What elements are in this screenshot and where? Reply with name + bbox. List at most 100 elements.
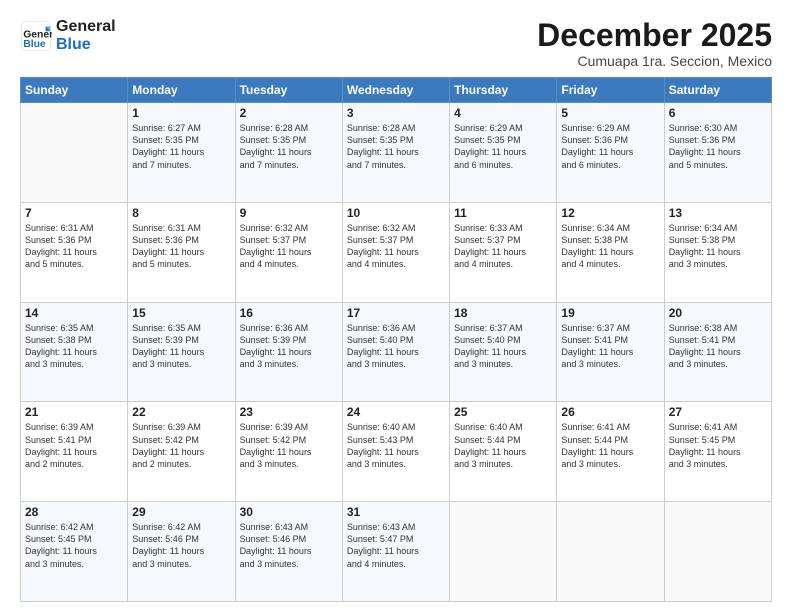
cell-info: Sunrise: 6:43 AM Sunset: 5:46 PM Dayligh… [240,521,338,570]
page: General Blue General Blue December 2025 … [0,0,792,612]
cell-info: Sunrise: 6:42 AM Sunset: 5:45 PM Dayligh… [25,521,123,570]
cell-info: Sunrise: 6:39 AM Sunset: 5:42 PM Dayligh… [132,421,230,470]
calendar-cell: 26 Sunrise: 6:41 AM Sunset: 5:44 PM Dayli… [557,402,664,502]
day-number: 12 [561,206,659,220]
calendar-cell: 1 Sunrise: 6:27 AM Sunset: 5:35 PM Daylig… [128,103,235,203]
calendar-cell: 6 Sunrise: 6:30 AM Sunset: 5:36 PM Daylig… [664,103,771,203]
calendar-cell: 20Sunrise: 6:38 AM Sunset: 5:41 PM Dayli… [664,302,771,402]
calendar-cell: 28 Sunrise: 6:42 AM Sunset: 5:45 PM Dayli… [21,502,128,602]
calendar-cell: 21Sunrise: 6:39 AM Sunset: 5:41 PM Dayli… [21,402,128,502]
cell-info: Sunrise: 6:32 AM Sunset: 5:37 PM Dayligh… [240,222,338,271]
cell-info: Sunrise: 6:43 AM Sunset: 5:47 PM Dayligh… [347,521,445,570]
calendar-cell: 15 Sunrise: 6:35 AM Sunset: 5:39 PM Dayli… [128,302,235,402]
header: General Blue General Blue December 2025 … [20,18,772,69]
day-number: 10 [347,206,445,220]
calendar-cell: 9 Sunrise: 6:32 AM Sunset: 5:37 PM Daylig… [235,202,342,302]
logo-icon: General Blue [20,20,52,52]
weekday-header-tuesday: Tuesday [235,78,342,103]
day-number: 11 [454,206,552,220]
day-number: 14 [25,306,123,320]
cell-info: Sunrise: 6:31 AM Sunset: 5:36 PM Dayligh… [132,222,230,271]
day-number: 30 [240,505,338,519]
calendar-body: 1 Sunrise: 6:27 AM Sunset: 5:35 PM Daylig… [21,103,772,602]
calendar-cell [21,103,128,203]
cell-info: Sunrise: 6:37 AM Sunset: 5:41 PM Dayligh… [561,322,659,371]
calendar-header: SundayMondayTuesdayWednesdayThursdayFrid… [21,78,772,103]
cell-info: Sunrise: 6:41 AM Sunset: 5:45 PM Dayligh… [669,421,767,470]
day-number: 17 [347,306,445,320]
day-number: 6 [669,106,767,120]
calendar-cell: 3 Sunrise: 6:28 AM Sunset: 5:35 PM Daylig… [342,103,449,203]
calendar-cell: 18 Sunrise: 6:37 AM Sunset: 5:40 PM Dayli… [450,302,557,402]
cell-info: Sunrise: 6:40 AM Sunset: 5:43 PM Dayligh… [347,421,445,470]
cell-info: Sunrise: 6:41 AM Sunset: 5:44 PM Dayligh… [561,421,659,470]
day-number: 9 [240,206,338,220]
calendar-cell: 19Sunrise: 6:37 AM Sunset: 5:41 PM Dayli… [557,302,664,402]
cell-info: Sunrise: 6:31 AM Sunset: 5:36 PM Dayligh… [25,222,123,271]
weekday-header-monday: Monday [128,78,235,103]
calendar-cell: 27 Sunrise: 6:41 AM Sunset: 5:45 PM Dayli… [664,402,771,502]
svg-text:Blue: Blue [23,39,46,50]
cell-info: Sunrise: 6:37 AM Sunset: 5:40 PM Dayligh… [454,322,552,371]
calendar-week-1: 1 Sunrise: 6:27 AM Sunset: 5:35 PM Daylig… [21,103,772,203]
weekday-header-friday: Friday [557,78,664,103]
day-number: 26 [561,405,659,419]
cell-info: Sunrise: 6:32 AM Sunset: 5:37 PM Dayligh… [347,222,445,271]
day-number: 29 [132,505,230,519]
day-number: 20 [669,306,767,320]
weekday-header-sunday: Sunday [21,78,128,103]
day-number: 28 [25,505,123,519]
logo-blue: Blue [56,36,116,54]
day-number: 23 [240,405,338,419]
cell-info: Sunrise: 6:33 AM Sunset: 5:37 PM Dayligh… [454,222,552,271]
day-number: 3 [347,106,445,120]
day-number: 22 [132,405,230,419]
logo: General Blue General Blue [20,18,116,53]
calendar-cell: 11 Sunrise: 6:33 AM Sunset: 5:37 PM Dayli… [450,202,557,302]
day-number: 1 [132,106,230,120]
cell-info: Sunrise: 6:35 AM Sunset: 5:39 PM Dayligh… [132,322,230,371]
cell-info: Sunrise: 6:28 AM Sunset: 5:35 PM Dayligh… [347,122,445,171]
cell-info: Sunrise: 6:39 AM Sunset: 5:42 PM Dayligh… [240,421,338,470]
calendar-cell: 29 Sunrise: 6:42 AM Sunset: 5:46 PM Dayli… [128,502,235,602]
day-number: 7 [25,206,123,220]
calendar-week-3: 14Sunrise: 6:35 AM Sunset: 5:38 PM Dayli… [21,302,772,402]
cell-info: Sunrise: 6:34 AM Sunset: 5:38 PM Dayligh… [669,222,767,271]
cell-info: Sunrise: 6:30 AM Sunset: 5:36 PM Dayligh… [669,122,767,171]
cell-info: Sunrise: 6:29 AM Sunset: 5:36 PM Dayligh… [561,122,659,171]
calendar-week-2: 7 Sunrise: 6:31 AM Sunset: 5:36 PM Daylig… [21,202,772,302]
cell-info: Sunrise: 6:29 AM Sunset: 5:35 PM Dayligh… [454,122,552,171]
calendar-cell: 7 Sunrise: 6:31 AM Sunset: 5:36 PM Daylig… [21,202,128,302]
day-number: 21 [25,405,123,419]
month-title: December 2025 [537,18,772,53]
day-number: 27 [669,405,767,419]
cell-info: Sunrise: 6:36 AM Sunset: 5:39 PM Dayligh… [240,322,338,371]
calendar-cell: 8 Sunrise: 6:31 AM Sunset: 5:36 PM Daylig… [128,202,235,302]
cell-info: Sunrise: 6:34 AM Sunset: 5:38 PM Dayligh… [561,222,659,271]
calendar-table: SundayMondayTuesdayWednesdayThursdayFrid… [20,77,772,602]
day-number: 16 [240,306,338,320]
calendar-cell [557,502,664,602]
cell-info: Sunrise: 6:42 AM Sunset: 5:46 PM Dayligh… [132,521,230,570]
calendar-week-5: 28 Sunrise: 6:42 AM Sunset: 5:45 PM Dayli… [21,502,772,602]
day-number: 31 [347,505,445,519]
cell-info: Sunrise: 6:28 AM Sunset: 5:35 PM Dayligh… [240,122,338,171]
day-number: 15 [132,306,230,320]
cell-info: Sunrise: 6:27 AM Sunset: 5:35 PM Dayligh… [132,122,230,171]
calendar-cell: 4Sunrise: 6:29 AM Sunset: 5:35 PM Daylig… [450,103,557,203]
weekday-header-wednesday: Wednesday [342,78,449,103]
calendar-cell: 14Sunrise: 6:35 AM Sunset: 5:38 PM Dayli… [21,302,128,402]
calendar-cell: 12 Sunrise: 6:34 AM Sunset: 5:38 PM Dayli… [557,202,664,302]
calendar-cell: 25Sunrise: 6:40 AM Sunset: 5:44 PM Dayli… [450,402,557,502]
calendar-cell [664,502,771,602]
location: Cumuapa 1ra. Seccion, Mexico [537,53,772,69]
calendar-cell: 13Sunrise: 6:34 AM Sunset: 5:38 PM Dayli… [664,202,771,302]
logo-general: General [56,18,116,36]
calendar-cell: 22 Sunrise: 6:39 AM Sunset: 5:42 PM Dayli… [128,402,235,502]
calendar-cell: 31 Sunrise: 6:43 AM Sunset: 5:47 PM Dayli… [342,502,449,602]
weekday-header-saturday: Saturday [664,78,771,103]
calendar-cell: 23 Sunrise: 6:39 AM Sunset: 5:42 PM Dayli… [235,402,342,502]
calendar-cell: 17Sunrise: 6:36 AM Sunset: 5:40 PM Dayli… [342,302,449,402]
day-number: 18 [454,306,552,320]
day-number: 8 [132,206,230,220]
